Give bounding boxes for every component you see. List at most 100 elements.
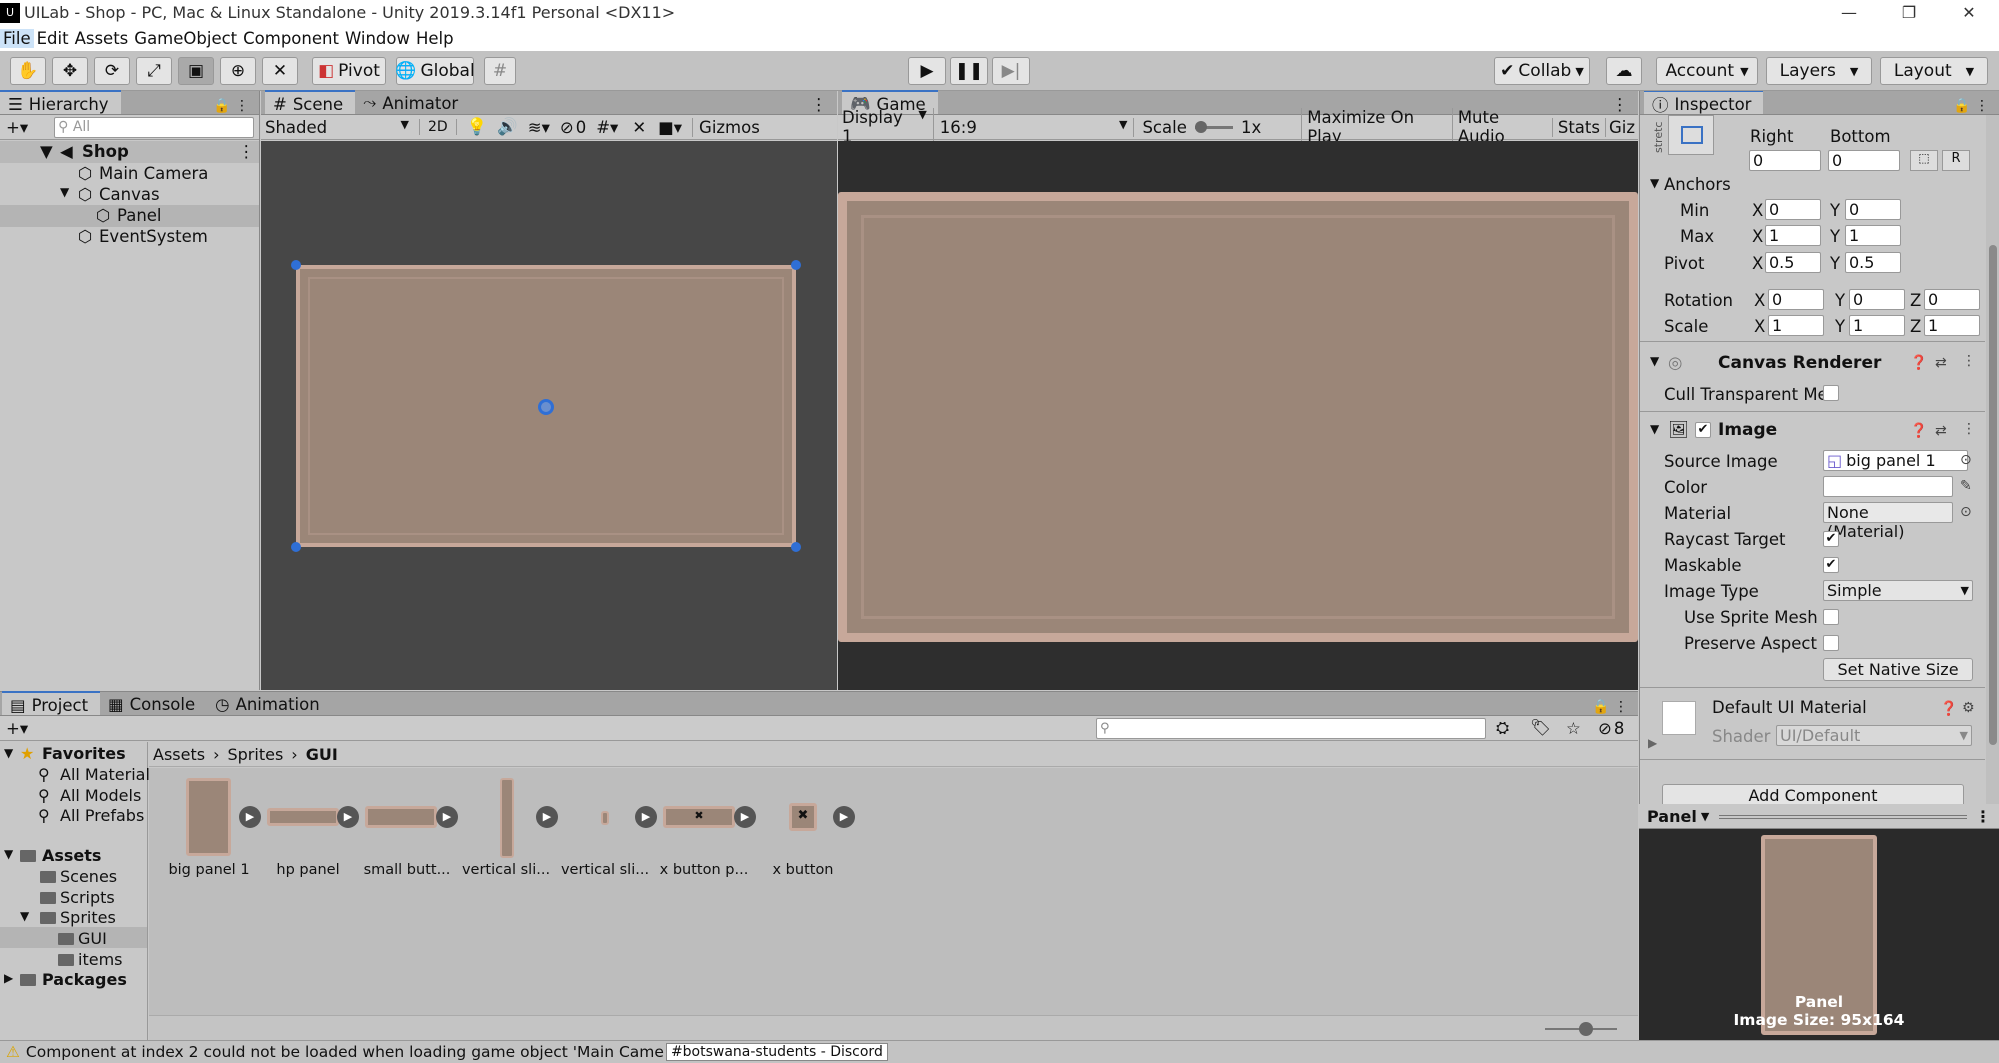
tab-project[interactable]: ▤ Project <box>2 691 101 715</box>
list-item[interactable]: ⬡ Panel <box>0 205 259 227</box>
image-type-dropdown[interactable]: Simple ▼ <box>1823 580 1973 601</box>
expand-sprite-icon[interactable]: ▶ <box>734 806 756 828</box>
expand-sprite-icon[interactable]: ▶ <box>635 806 657 828</box>
anchor-handle[interactable] <box>791 260 801 270</box>
scene-row[interactable]: ▼ ◀ Shop ⋮ <box>0 141 259 163</box>
layout-dropdown[interactable]: Layout ▼ <box>1880 57 1988 85</box>
icon-size-slider-thumb[interactable] <box>1579 1022 1593 1036</box>
foldout-arrow-icon[interactable]: ▼ <box>1650 354 1659 368</box>
aspect-dropdown[interactable]: 16:9 ▼ <box>934 117 1135 137</box>
eyedropper-icon[interactable]: ✎ <box>1960 478 1972 494</box>
scene-canvas[interactable] <box>261 141 837 690</box>
scrollbar-thumb[interactable] <box>1989 245 1997 745</box>
minimize-button[interactable]: — <box>1819 0 1879 25</box>
filter-type-icon[interactable]: ⛭ <box>1496 718 1509 738</box>
foldout-arrow-icon[interactable]: ▼ <box>1650 176 1659 190</box>
anchor-min-y-field[interactable]: 0 <box>1845 199 1901 220</box>
color-field[interactable] <box>1823 476 1953 497</box>
preview-resize-handle[interactable] <box>1719 814 1967 819</box>
favorites-label[interactable]: Favorites <box>42 744 126 763</box>
gizmos-toggle[interactable]: Giz <box>1604 117 1638 137</box>
right-field[interactable]: 0 <box>1749 150 1821 171</box>
scene-menu-icon[interactable]: ⋮ <box>238 142 255 161</box>
anchor-handle[interactable] <box>791 542 801 552</box>
anchor-max-y-field[interactable]: 1 <box>1845 225 1901 246</box>
image-enabled-checkbox[interactable]: ✔ <box>1695 422 1711 438</box>
anchor-handle[interactable] <box>291 260 301 270</box>
scale-y-field[interactable]: 1 <box>1849 315 1905 336</box>
breadcrumb-item[interactable]: GUI <box>306 745 338 764</box>
preview-menu-icon[interactable]: ⋮ <box>1967 807 1999 826</box>
menu-window[interactable]: Window <box>342 29 413 48</box>
material-field[interactable]: None (Material) <box>1823 502 1953 541</box>
component-menu-icon[interactable]: ⋮ <box>1962 353 1976 369</box>
expand-arrow-icon[interactable]: ▼ <box>60 185 69 199</box>
anchor-preset-button[interactable] <box>1668 115 1714 155</box>
raw-edit-button[interactable]: R <box>1942 150 1970 171</box>
favorite-item[interactable]: All Models <box>60 786 141 805</box>
help-icon[interactable]: ❓ <box>1910 355 1927 371</box>
bottom-field[interactable]: 0 <box>1828 150 1900 171</box>
maskable-checkbox[interactable]: ✔ <box>1823 557 1839 573</box>
foldout-arrow-icon[interactable]: ▶ <box>4 971 13 985</box>
packages-folder-label[interactable]: Packages <box>42 970 127 989</box>
transform-tool-icon[interactable]: ⊕ <box>220 57 256 85</box>
tab-animator[interactable]: ⤳ Animator <box>355 90 470 114</box>
raycast-checkbox[interactable]: ✔ <box>1823 531 1839 547</box>
scale-z-field[interactable]: 1 <box>1924 315 1980 336</box>
asset-thumb-vertical-slider-handle[interactable] <box>601 811 609 825</box>
cull-transparent-checkbox[interactable] <box>1823 385 1839 401</box>
scene-menu-icon[interactable]: ⋮ <box>811 95 838 114</box>
account-dropdown[interactable]: Account ▼ <box>1656 57 1758 85</box>
grid-snap-icon[interactable]: #▾ <box>596 118 618 137</box>
expand-sprite-icon[interactable]: ▶ <box>337 806 359 828</box>
favorite-item[interactable]: All Materials <box>60 765 158 784</box>
star-icon[interactable]: ☆ <box>1566 719 1581 738</box>
preserve-aspect-checkbox[interactable] <box>1823 635 1839 651</box>
hidden-toggle[interactable]: ⊘ 0 <box>560 118 586 137</box>
foldout-arrow-icon[interactable]: ▶ <box>1648 736 1657 750</box>
snap-icon[interactable]: # <box>484 57 516 85</box>
list-item[interactable]: ▼ ⬡ Canvas <box>0 184 259 206</box>
game-canvas[interactable] <box>838 141 1638 690</box>
folder-item[interactable]: items <box>78 950 122 969</box>
breadcrumb-item[interactable]: Assets <box>153 745 205 764</box>
move-tool-icon[interactable]: ✥ <box>52 57 88 85</box>
rotation-z-field[interactable]: 0 <box>1924 289 1980 310</box>
game-menu-icon[interactable]: ⋮ <box>1612 95 1639 114</box>
hand-tool-icon[interactable]: ✋ <box>10 57 46 85</box>
scale-slider[interactable] <box>1194 120 1233 133</box>
preview-title[interactable]: Panel <box>1647 807 1697 826</box>
folder-item[interactable]: Sprites <box>60 908 116 927</box>
pivot-handle[interactable] <box>538 399 554 415</box>
anchor-min-x-field[interactable]: 0 <box>1765 199 1821 220</box>
menu-file[interactable]: File <box>0 28 34 48</box>
camera-icon[interactable]: ■▾ <box>658 118 682 137</box>
play-button[interactable]: ▶ <box>908 57 946 85</box>
object-picker-icon[interactable]: ⊙ <box>1960 452 1972 468</box>
pivot-toggle[interactable]: ◧ Pivot <box>312 57 386 85</box>
collab-button[interactable]: ✔ Collab ▼ <box>1494 57 1590 85</box>
close-button[interactable]: ✕ <box>1939 0 1999 25</box>
expand-sprite-icon[interactable]: ▶ <box>536 806 558 828</box>
help-icon[interactable]: ❓ <box>1910 423 1927 439</box>
add-icon[interactable]: +▾ <box>6 118 28 137</box>
assets-folder-label[interactable]: Assets <box>42 846 101 865</box>
anchor-max-x-field[interactable]: 1 <box>1765 225 1821 246</box>
rotate-tool-icon[interactable]: ⟳ <box>94 57 130 85</box>
asset-thumb-vertical-slider[interactable] <box>500 778 514 858</box>
shading-dropdown[interactable]: Shaded ▼ <box>265 118 415 137</box>
lock-icon[interactable]: 🔒 ⋮ <box>213 98 259 114</box>
folder-item[interactable]: GUI <box>78 929 107 948</box>
step-button[interactable]: ▶| <box>992 57 1030 85</box>
expand-sprite-icon[interactable]: ▶ <box>239 806 261 828</box>
lock-icon[interactable]: 🔒 ⋮ <box>1953 98 1999 114</box>
tab-scene[interactable]: # Scene <box>265 90 356 114</box>
list-item[interactable]: ⬡ EventSystem <box>0 226 259 248</box>
help-icon[interactable]: ❓ <box>1940 701 1957 717</box>
maximize-button[interactable]: ❐ <box>1879 0 1939 25</box>
favorite-item[interactable]: All Prefabs <box>60 806 144 825</box>
menu-gameobject[interactable]: GameObject <box>131 29 240 48</box>
foldout-arrow-icon[interactable]: ▼ <box>20 909 29 923</box>
use-sprite-mesh-checkbox[interactable] <box>1823 609 1839 625</box>
